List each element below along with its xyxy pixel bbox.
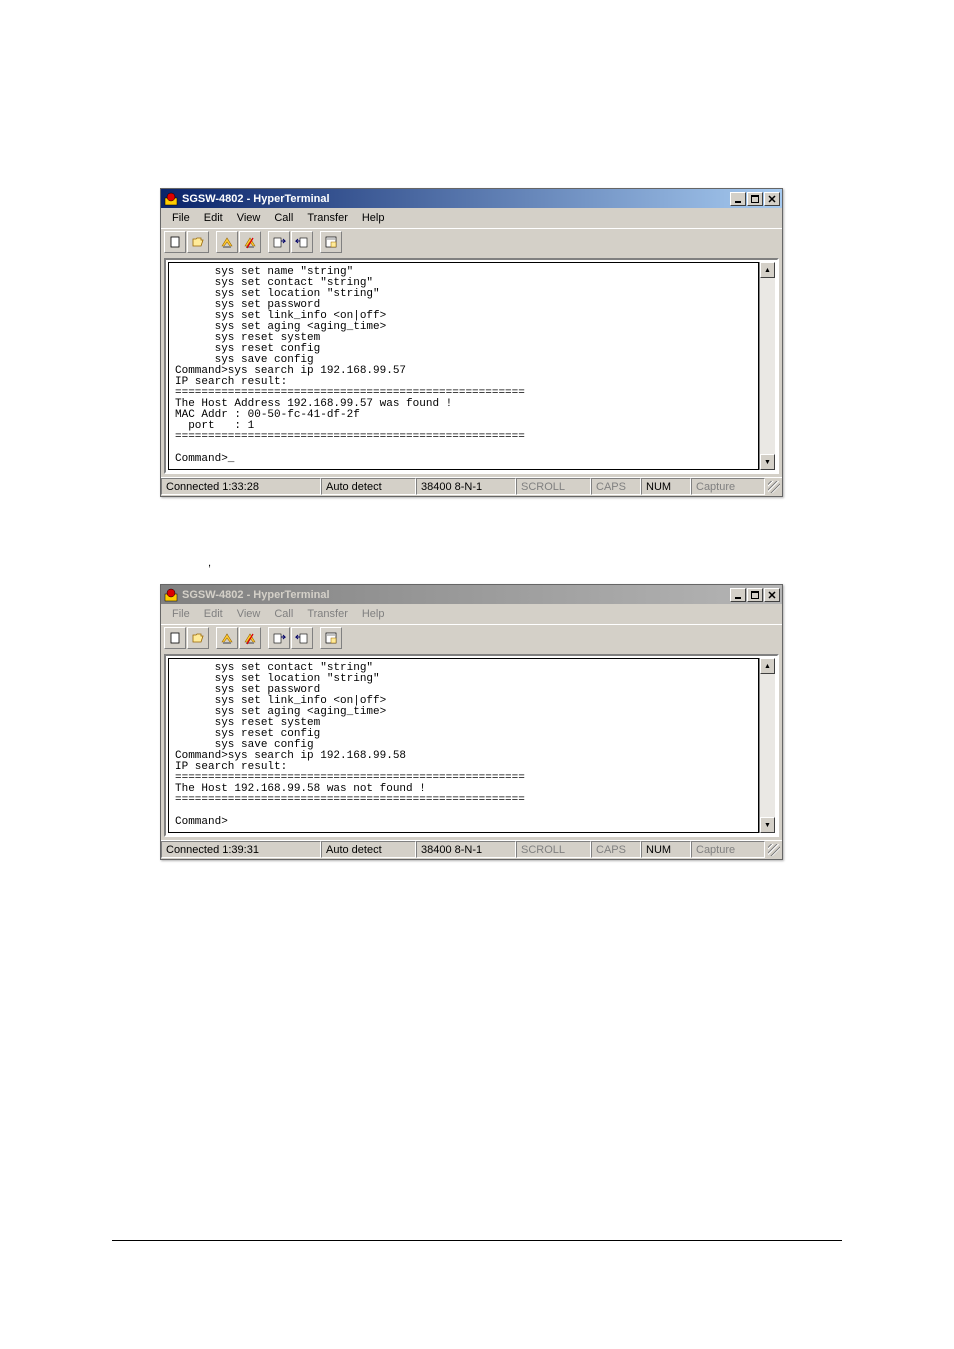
statusbar: Connected 1:33:28 Auto detect 38400 8-N-… xyxy=(161,477,782,496)
maximize-button[interactable] xyxy=(747,192,763,206)
scroll-track[interactable] xyxy=(760,278,775,454)
status-caps: CAPS xyxy=(591,841,641,858)
new-icon[interactable] xyxy=(164,627,186,649)
scroll-up-icon[interactable]: ▲ xyxy=(760,658,775,674)
status-baud: 38400 8-N-1 xyxy=(416,841,516,858)
send-icon[interactable] xyxy=(268,627,290,649)
menu-file[interactable]: File xyxy=(165,606,197,622)
window-title: SGSW-4802 - HyperTerminal xyxy=(182,193,729,205)
menu-view[interactable]: View xyxy=(230,210,268,226)
send-icon[interactable] xyxy=(268,231,290,253)
status-num: NUM xyxy=(641,478,691,495)
properties-icon[interactable] xyxy=(320,627,342,649)
receive-icon[interactable] xyxy=(291,231,313,253)
menu-transfer[interactable]: Transfer xyxy=(300,210,355,226)
menu-file[interactable]: File xyxy=(165,210,197,226)
menubar: File Edit View Call Transfer Help xyxy=(161,604,782,624)
status-scroll: SCROLL xyxy=(516,478,591,495)
menu-help[interactable]: Help xyxy=(355,210,392,226)
titlebar[interactable]: SGSW-4802 - HyperTerminal xyxy=(161,585,782,604)
hyperterminal-window-2: SGSW-4802 - HyperTerminal File Edit View… xyxy=(160,584,783,860)
vertical-scrollbar[interactable]: ▲ ▼ xyxy=(759,262,775,470)
vertical-scrollbar[interactable]: ▲ ▼ xyxy=(759,658,775,833)
caption-1: , xyxy=(208,557,794,569)
connect-icon[interactable] xyxy=(216,231,238,253)
app-icon xyxy=(163,191,179,207)
terminal-text: sys set name "string" sys set contact "s… xyxy=(175,267,752,465)
status-capture: Capture xyxy=(691,478,765,495)
menu-call[interactable]: Call xyxy=(267,210,300,226)
status-connected: Connected 1:33:28 xyxy=(161,478,321,495)
terminal-text: sys set contact "string" sys set locatio… xyxy=(175,663,752,828)
minimize-button[interactable] xyxy=(730,192,746,206)
menu-help[interactable]: Help xyxy=(355,606,392,622)
terminal-output[interactable]: sys set name "string" sys set contact "s… xyxy=(168,262,759,470)
scroll-track[interactable] xyxy=(760,674,775,817)
hyperterminal-window-1: SGSW-4802 - HyperTerminal File Edit View… xyxy=(160,188,783,497)
menubar: File Edit View Call Transfer Help xyxy=(161,208,782,228)
footer-divider xyxy=(112,1240,842,1241)
statusbar: Connected 1:39:31 Auto detect 38400 8-N-… xyxy=(161,840,782,859)
scroll-down-icon[interactable]: ▼ xyxy=(760,817,775,833)
open-icon[interactable] xyxy=(187,627,209,649)
resize-grip[interactable] xyxy=(765,478,782,495)
menu-edit[interactable]: Edit xyxy=(197,210,230,226)
window-title: SGSW-4802 - HyperTerminal xyxy=(182,589,729,601)
menu-transfer[interactable]: Transfer xyxy=(300,606,355,622)
disconnect-icon[interactable] xyxy=(239,627,261,649)
titlebar[interactable]: SGSW-4802 - HyperTerminal xyxy=(161,189,782,208)
new-icon[interactable] xyxy=(164,231,186,253)
scroll-down-icon[interactable]: ▼ xyxy=(760,454,775,470)
status-num: NUM xyxy=(641,841,691,858)
connect-icon[interactable] xyxy=(216,627,238,649)
open-icon[interactable] xyxy=(187,231,209,253)
menu-call[interactable]: Call xyxy=(267,606,300,622)
status-detect: Auto detect xyxy=(321,841,416,858)
close-button[interactable] xyxy=(764,192,780,206)
menu-edit[interactable]: Edit xyxy=(197,606,230,622)
app-icon xyxy=(163,587,179,603)
scroll-up-icon[interactable]: ▲ xyxy=(760,262,775,278)
status-detect: Auto detect xyxy=(321,478,416,495)
disconnect-icon[interactable] xyxy=(239,231,261,253)
status-connected: Connected 1:39:31 xyxy=(161,841,321,858)
properties-icon[interactable] xyxy=(320,231,342,253)
menu-view[interactable]: View xyxy=(230,606,268,622)
receive-icon[interactable] xyxy=(291,627,313,649)
close-button[interactable] xyxy=(764,588,780,602)
toolbar xyxy=(161,228,782,255)
resize-grip[interactable] xyxy=(765,841,782,858)
terminal-output[interactable]: sys set contact "string" sys set locatio… xyxy=(168,658,759,833)
toolbar xyxy=(161,624,782,651)
status-scroll: SCROLL xyxy=(516,841,591,858)
terminal-area: sys set contact "string" sys set locatio… xyxy=(161,651,782,840)
minimize-button[interactable] xyxy=(730,588,746,602)
status-caps: CAPS xyxy=(591,478,641,495)
maximize-button[interactable] xyxy=(747,588,763,602)
status-capture: Capture xyxy=(691,841,765,858)
terminal-area: sys set name "string" sys set contact "s… xyxy=(161,255,782,477)
status-baud: 38400 8-N-1 xyxy=(416,478,516,495)
